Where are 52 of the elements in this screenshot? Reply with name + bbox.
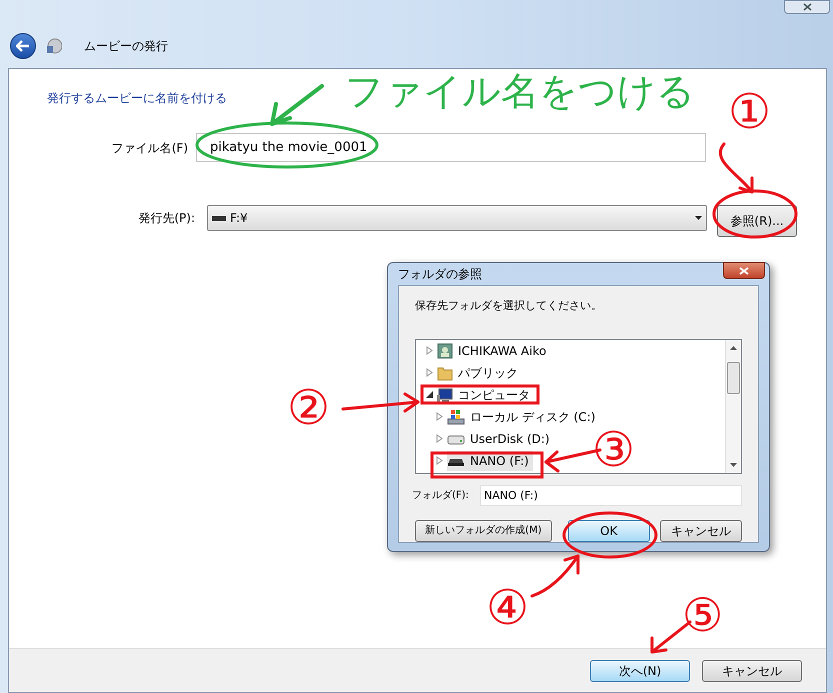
close-icon [802,3,812,11]
collapsed-triangle-icon[interactable] [426,368,434,377]
scrollbar[interactable] [725,340,741,472]
close-button[interactable] [723,262,765,279]
dropdown-arrow-icon [695,216,702,220]
dialog-button[interactable]: 新しいフォルダの作成(M) [415,520,552,542]
handwritten-note: ② [287,384,330,432]
field-label: 発行先(P): [137,210,195,226]
handwritten-note: ① [728,88,772,136]
handwritten-note: ファイル名をつける [345,72,695,110]
window-title: ムービーの発行 [84,38,168,55]
field-label: ファイル名(F) [110,140,188,156]
folder-icon [437,364,453,380]
dialog-title: フォルダの参照 [398,266,482,283]
annotation-arrow [270,84,324,126]
close-button[interactable] [784,0,830,14]
expanded-triangle-icon[interactable] [426,390,434,399]
hard-drive-icon [447,432,465,444]
destination-dropdown[interactable]: F:¥ [207,204,707,230]
back-button[interactable] [10,33,36,59]
dialog-prompt: 保存先フォルダを選択してください。 [415,298,603,314]
handwritten-note: ④ [486,584,530,632]
footer-button[interactable]: 次へ(N) [590,660,690,682]
folder-field[interactable]: NANO (F:) [480,484,742,506]
file-name-field[interactable]: pikatyu the movie_0001 [196,133,706,162]
tree-item[interactable]: ICHIKAWA Aiko [437,340,550,360]
dialog-button[interactable]: OK [568,520,650,542]
collapsed-triangle-icon[interactable] [436,456,444,465]
drive-icon [212,214,226,220]
scroll-up-icon[interactable] [730,346,737,350]
section-heading: 発行するムービーに名前を付ける [47,90,227,107]
scroll-thumb[interactable] [727,362,740,394]
annotation-arrow [530,554,580,598]
user-card-icon [437,342,453,358]
tree-item[interactable]: ローカル ディスク (C:) [447,406,600,426]
collapsed-triangle-icon[interactable] [426,346,434,355]
scroll-down-icon[interactable] [730,462,737,466]
dialog-button[interactable]: キャンセル [660,520,742,542]
close-icon [739,266,749,274]
field-label: フォルダ(F): [412,488,470,502]
collapsed-triangle-icon[interactable] [436,412,444,421]
handwritten-note: ⑤ [682,592,724,638]
handwritten-note: ③ [592,426,636,474]
footer-button[interactable]: キャンセル [702,660,802,682]
tree-item[interactable]: UserDisk (D:) [447,428,554,448]
computer-icon [437,386,453,402]
tree-item[interactable]: コンピュータ [437,384,534,404]
tree-item[interactable]: パブリック [437,362,522,382]
back-arrow-icon [16,40,30,52]
annotation-arrow [718,142,754,194]
collapsed-triangle-icon[interactable] [436,434,444,443]
windows-drive-icon [447,408,465,424]
